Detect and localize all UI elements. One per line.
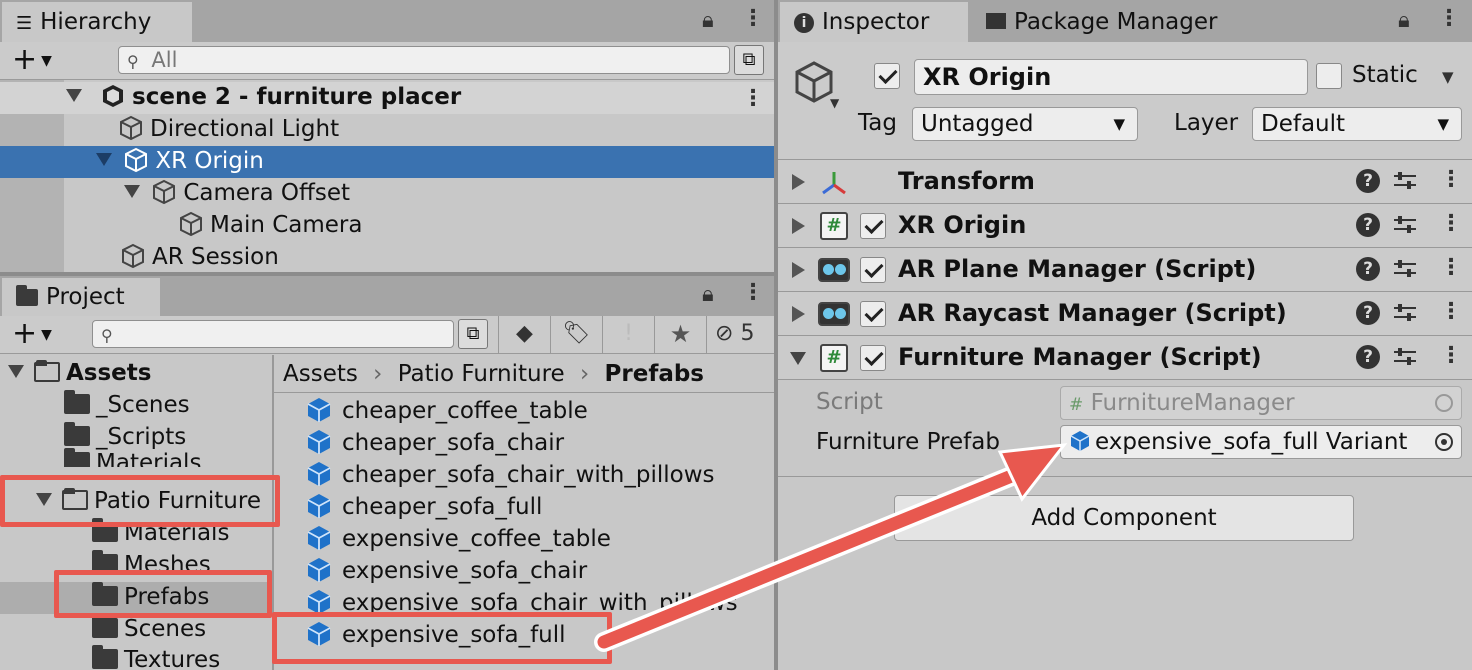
annotation-arrow xyxy=(594,443,1068,652)
